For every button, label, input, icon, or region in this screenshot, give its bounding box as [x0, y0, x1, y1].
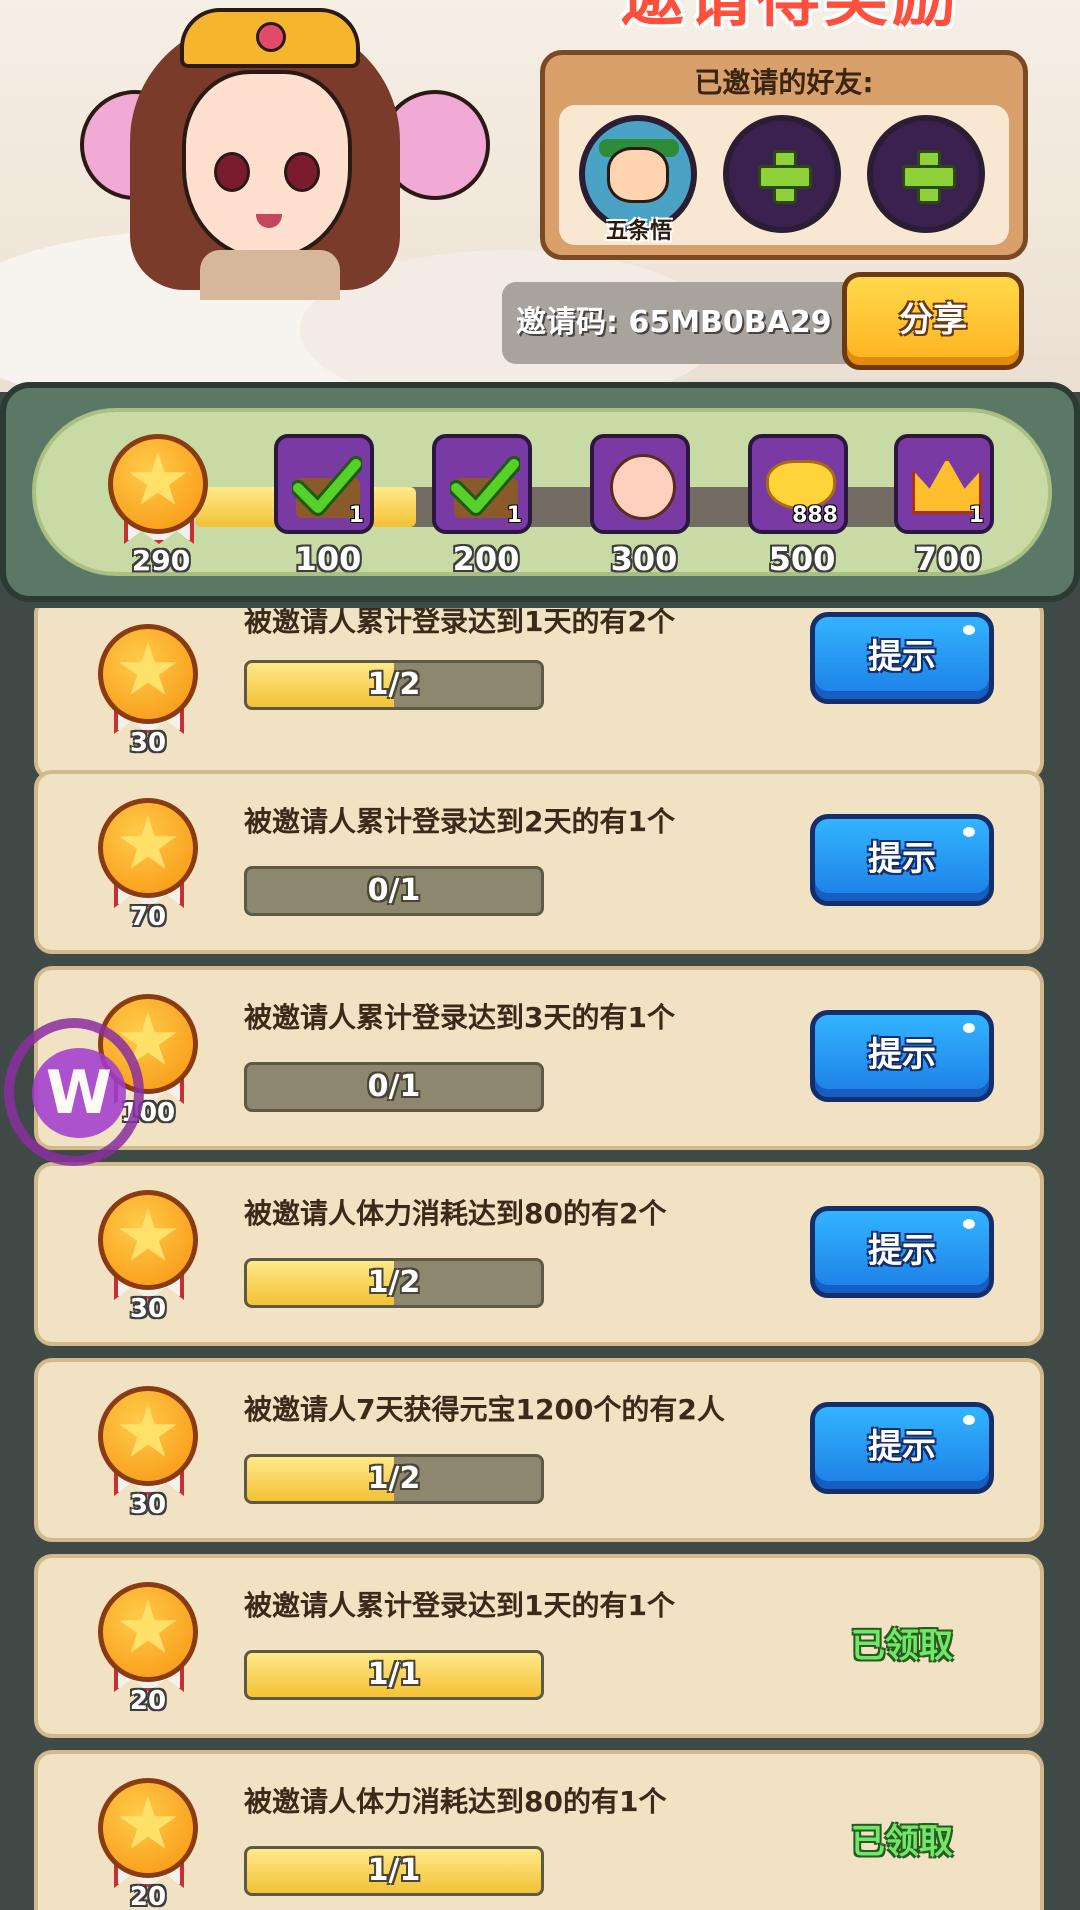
task-card: 100 被邀请人累计登录达到3天的有1个 0/1 提示 — [34, 966, 1044, 1150]
task-progress-text: 1/1 — [367, 1657, 421, 1692]
milestone-reward-200[interactable]: 1 200 — [432, 434, 532, 578]
reward-count: 1 — [506, 503, 522, 528]
task-progress-text: 1/2 — [367, 1461, 421, 1496]
task-card: 30 被邀请人体力消耗达到80的有2个 1/2 提示 — [34, 1162, 1044, 1346]
task-progress-text: 1/2 — [367, 667, 421, 702]
plus-icon — [758, 150, 812, 204]
task-points: 30 — [129, 1490, 167, 1520]
invite-code: 邀请码: 65MB0BA29 — [516, 305, 832, 340]
watermark-logo-icon: W — [4, 1018, 144, 1166]
milestone-reward-300[interactable]: 300 — [590, 434, 690, 578]
milestone-reward-500[interactable]: 888 500 — [748, 434, 848, 578]
hint-button[interactable]: 提示 — [810, 1402, 994, 1494]
reward-count: 1 — [968, 503, 984, 528]
milestone-value: 100 — [294, 540, 362, 578]
task-points: 30 — [129, 728, 167, 758]
task-list[interactable]: 30 被邀请人累计登录达到1天的有2个 1/2 提示 70 被邀请人累计登录达到… — [0, 608, 1080, 1910]
milestone-value: 300 — [610, 540, 678, 578]
task-points: 70 — [129, 902, 167, 932]
reward-count: 1 — [348, 503, 364, 528]
task-card: 30 被邀请人7天获得元宝1200个的有2人 1/2 提示 — [34, 1358, 1044, 1542]
eye — [214, 152, 250, 192]
hint-button[interactable]: 提示 — [810, 814, 994, 906]
task-progress-text: 0/1 — [367, 1069, 421, 1104]
task-progress-bar: 1/2 — [244, 1258, 544, 1308]
task-progress-text: 1/1 — [367, 1853, 421, 1888]
character-portrait — [70, 0, 490, 300]
friend-slot-1[interactable]: 五条悟 — [579, 115, 697, 244]
task-card: 20 被邀请人体力消耗达到80的有1个 1/1 已领取 — [34, 1750, 1044, 1910]
claimed-label: 已领取 — [851, 1822, 953, 1862]
task-progress-text: 0/1 — [367, 873, 421, 908]
task-progress-bar: 1/2 — [244, 660, 544, 710]
task-description: 被邀请人累计登录达到1天的有2个 — [244, 608, 675, 638]
claimed-label: 已领取 — [851, 1626, 953, 1666]
hint-button[interactable]: 提示 — [810, 612, 994, 704]
hint-button[interactable]: 提示 — [810, 1010, 994, 1102]
total-points: 290 — [131, 544, 191, 577]
milestone-reward-700[interactable]: 1 700 — [894, 434, 994, 578]
task-points: 20 — [129, 1686, 167, 1716]
task-progress-bar: 1/1 — [244, 1846, 544, 1896]
task-points: 20 — [129, 1882, 167, 1910]
gem — [256, 22, 286, 52]
friends-slots: 五条悟 — [559, 105, 1009, 245]
face — [182, 70, 352, 260]
task-progress-bar: 0/1 — [244, 866, 544, 916]
task-card: 70 被邀请人累计登录达到2天的有1个 0/1 提示 — [34, 770, 1044, 954]
milestone-value: 500 — [768, 540, 836, 578]
friend-name: 五条悟 — [605, 219, 672, 244]
task-description: 被邀请人7天获得元宝1200个的有2人 — [244, 1393, 725, 1426]
invited-friends-title: 已邀请的好友: — [694, 66, 874, 99]
total-points-medal-icon — [108, 434, 208, 544]
reward-track-container: 290 1 100 1 200 300 888 500 1 700 — [32, 408, 1052, 578]
hint-button[interactable]: 提示 — [810, 1206, 994, 1298]
crown-icon — [180, 8, 360, 68]
friend-avatar-icon — [607, 147, 669, 203]
plus-icon — [902, 150, 956, 204]
task-description: 被邀请人累计登录达到1天的有1个 — [244, 1589, 675, 1622]
add-friend-button[interactable] — [723, 115, 841, 233]
hero-avatar-icon — [610, 454, 676, 520]
milestone-value: 700 — [914, 540, 982, 578]
header: 邀请得奖励 已邀请的好友: 五条悟 — [0, 0, 1080, 392]
task-progress-bar: 0/1 — [244, 1062, 544, 1112]
add-friend-button[interactable] — [867, 115, 985, 233]
invite-code-box: 邀请码: 65MB0BA29 — [502, 282, 862, 364]
task-progress-bar: 1/2 — [244, 1454, 544, 1504]
task-description: 被邀请人累计登录达到2天的有1个 — [244, 805, 675, 838]
milestone-value: 200 — [452, 540, 520, 578]
share-button[interactable]: 分享 — [842, 272, 1024, 370]
page-title: 邀请得奖励 — [560, 0, 1020, 38]
task-description: 被邀请人体力消耗达到80的有2个 — [244, 1197, 667, 1230]
task-card: 30 被邀请人累计登录达到1天的有2个 1/2 提示 — [34, 608, 1044, 780]
task-description: 被邀请人累计登录达到3天的有1个 — [244, 1001, 675, 1034]
robe — [200, 250, 340, 300]
invited-friends-panel: 已邀请的好友: 五条悟 — [540, 50, 1028, 260]
task-progress-text: 1/2 — [367, 1265, 421, 1300]
milestone-reward-100[interactable]: 1 100 — [274, 434, 374, 578]
task-progress-bar: 1/1 — [244, 1650, 544, 1700]
task-description: 被邀请人体力消耗达到80的有1个 — [244, 1785, 667, 1818]
eye — [284, 152, 320, 192]
reward-count: 888 — [792, 503, 838, 528]
task-card: 20 被邀请人累计登录达到1天的有1个 1/1 已领取 — [34, 1554, 1044, 1738]
task-points: 30 — [129, 1294, 167, 1324]
reward-progress-panel: 290 1 100 1 200 300 888 500 1 700 — [0, 382, 1080, 602]
w-logo-icon: W — [32, 1048, 126, 1138]
mouth — [256, 214, 282, 228]
